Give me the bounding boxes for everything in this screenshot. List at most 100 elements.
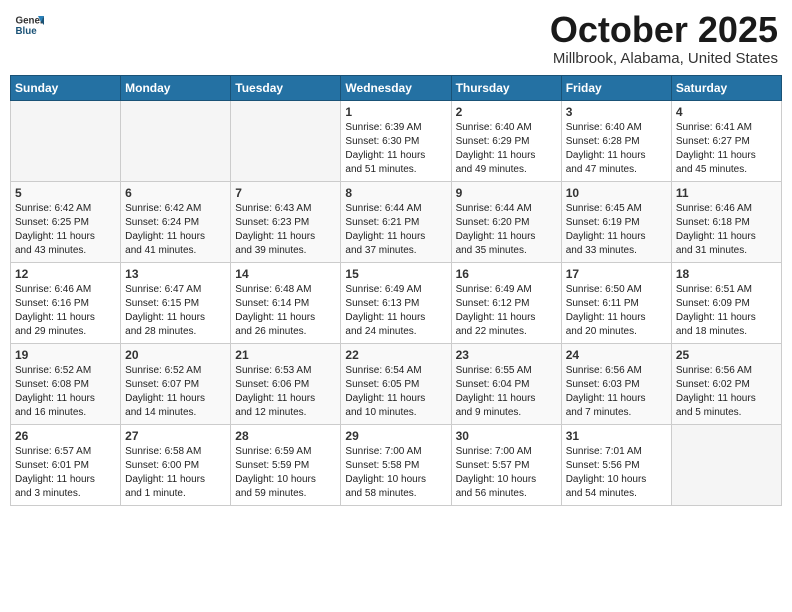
table-row: 27 Sunrise: 6:58 AM Sunset: 6:00 PM Dayli… bbox=[121, 424, 231, 505]
day-info: Sunrise: 7:01 AM Sunset: 5:56 PM Dayligh… bbox=[566, 445, 667, 501]
day-number: 24 bbox=[566, 348, 667, 362]
day-number: 12 bbox=[15, 267, 116, 281]
day-number: 23 bbox=[456, 348, 557, 362]
day-info: Sunrise: 6:42 AM Sunset: 6:24 PM Dayligh… bbox=[125, 202, 226, 258]
table-row: 25Sunrise: 6:56 AM Sunset: 6:02 PM Dayli… bbox=[671, 343, 781, 424]
table-row: 11 Sunrise: 6:46 AM Sunset: 6:18 PM Dayli… bbox=[671, 181, 781, 262]
table-row: 1 Sunrise: 6:39 AM Sunset: 6:30 PM Daylig… bbox=[341, 100, 451, 181]
table-row: 21 Sunrise: 6:53 AM Sunset: 6:06 PM Dayli… bbox=[231, 343, 341, 424]
day-info: Sunrise: 6:40 AM Sunset: 6:29 PM Dayligh… bbox=[456, 121, 557, 177]
day-number: 28 bbox=[235, 429, 336, 443]
table-row: 20 Sunrise: 6:52 AM Sunset: 6:07 PM Dayli… bbox=[121, 343, 231, 424]
day-info: Sunrise: 6:49 AM Sunset: 6:12 PM Dayligh… bbox=[456, 283, 557, 339]
table-row: 30 Sunrise: 7:00 AM Sunset: 5:57 PM Dayli… bbox=[451, 424, 561, 505]
table-row: 6 Sunrise: 6:42 AM Sunset: 6:24 PM Daylig… bbox=[121, 181, 231, 262]
table-row: 29Sunrise: 7:00 AM Sunset: 5:58 PM Dayli… bbox=[341, 424, 451, 505]
day-info: Sunrise: 6:43 AM Sunset: 6:23 PM Dayligh… bbox=[235, 202, 336, 258]
day-number: 30 bbox=[456, 429, 557, 443]
header-wednesday: Wednesday bbox=[341, 75, 451, 100]
table-row: 24 Sunrise: 6:56 AM Sunset: 6:03 PM Dayli… bbox=[561, 343, 671, 424]
day-info: Sunrise: 6:57 AM Sunset: 6:01 PM Dayligh… bbox=[15, 445, 116, 501]
day-info: Sunrise: 6:52 AM Sunset: 6:07 PM Dayligh… bbox=[125, 364, 226, 420]
day-number: 26 bbox=[15, 429, 116, 443]
day-info: Sunrise: 6:44 AM Sunset: 6:20 PM Dayligh… bbox=[456, 202, 557, 258]
calendar-week-row: 1 Sunrise: 6:39 AM Sunset: 6:30 PM Daylig… bbox=[11, 100, 782, 181]
header-saturday: Saturday bbox=[671, 75, 781, 100]
day-number: 29 bbox=[345, 429, 446, 443]
table-row: 7 Sunrise: 6:43 AM Sunset: 6:23 PM Daylig… bbox=[231, 181, 341, 262]
table-row: 18Sunrise: 6:51 AM Sunset: 6:09 PM Dayli… bbox=[671, 262, 781, 343]
calendar-week-row: 19 Sunrise: 6:52 AM Sunset: 6:08 PM Dayli… bbox=[11, 343, 782, 424]
logo-icon: General Blue bbox=[14, 10, 44, 40]
day-number: 8 bbox=[345, 186, 446, 200]
table-row bbox=[11, 100, 121, 181]
day-number: 18 bbox=[676, 267, 777, 281]
table-row: 19 Sunrise: 6:52 AM Sunset: 6:08 PM Dayli… bbox=[11, 343, 121, 424]
day-number: 27 bbox=[125, 429, 226, 443]
day-info: Sunrise: 6:46 AM Sunset: 6:16 PM Dayligh… bbox=[15, 283, 116, 339]
table-row: 28 Sunrise: 6:59 AM Sunset: 5:59 PM Dayli… bbox=[231, 424, 341, 505]
day-number: 1 bbox=[345, 105, 446, 119]
day-info: Sunrise: 6:41 AM Sunset: 6:27 PM Dayligh… bbox=[676, 121, 777, 177]
calendar-header-row: Sunday Monday Tuesday Wednesday Thursday… bbox=[11, 75, 782, 100]
day-info: Sunrise: 6:49 AM Sunset: 6:13 PM Dayligh… bbox=[345, 283, 446, 339]
day-info: Sunrise: 6:55 AM Sunset: 6:04 PM Dayligh… bbox=[456, 364, 557, 420]
day-number: 19 bbox=[15, 348, 116, 362]
table-row bbox=[231, 100, 341, 181]
day-info: Sunrise: 6:54 AM Sunset: 6:05 PM Dayligh… bbox=[345, 364, 446, 420]
day-info: Sunrise: 6:47 AM Sunset: 6:15 PM Dayligh… bbox=[125, 283, 226, 339]
table-row: 16Sunrise: 6:49 AM Sunset: 6:12 PM Dayli… bbox=[451, 262, 561, 343]
day-info: Sunrise: 6:39 AM Sunset: 6:30 PM Dayligh… bbox=[345, 121, 446, 177]
day-info: Sunrise: 6:53 AM Sunset: 6:06 PM Dayligh… bbox=[235, 364, 336, 420]
day-number: 22 bbox=[345, 348, 446, 362]
table-row: 4Sunrise: 6:41 AM Sunset: 6:27 PM Daylig… bbox=[671, 100, 781, 181]
location-title: Millbrook, Alabama, United States bbox=[550, 50, 778, 67]
svg-text:Blue: Blue bbox=[16, 26, 38, 37]
header: General Blue October 2025 Millbrook, Ala… bbox=[10, 10, 782, 67]
day-number: 11 bbox=[676, 186, 777, 200]
day-info: Sunrise: 6:46 AM Sunset: 6:18 PM Dayligh… bbox=[676, 202, 777, 258]
day-number: 20 bbox=[125, 348, 226, 362]
calendar-week-row: 12 Sunrise: 6:46 AM Sunset: 6:16 PM Dayli… bbox=[11, 262, 782, 343]
day-number: 2 bbox=[456, 105, 557, 119]
table-row: 13 Sunrise: 6:47 AM Sunset: 6:15 PM Dayli… bbox=[121, 262, 231, 343]
day-number: 17 bbox=[566, 267, 667, 281]
table-row: 14Sunrise: 6:48 AM Sunset: 6:14 PM Dayli… bbox=[231, 262, 341, 343]
table-row: 5Sunrise: 6:42 AM Sunset: 6:25 PM Daylig… bbox=[11, 181, 121, 262]
month-title: October 2025 bbox=[550, 10, 778, 50]
day-info: Sunrise: 6:40 AM Sunset: 6:28 PM Dayligh… bbox=[566, 121, 667, 177]
day-number: 15 bbox=[345, 267, 446, 281]
day-number: 13 bbox=[125, 267, 226, 281]
table-row: 9 Sunrise: 6:44 AM Sunset: 6:20 PM Daylig… bbox=[451, 181, 561, 262]
calendar-week-row: 5Sunrise: 6:42 AM Sunset: 6:25 PM Daylig… bbox=[11, 181, 782, 262]
header-friday: Friday bbox=[561, 75, 671, 100]
day-number: 3 bbox=[566, 105, 667, 119]
day-info: Sunrise: 7:00 AM Sunset: 5:57 PM Dayligh… bbox=[456, 445, 557, 501]
day-info: Sunrise: 6:50 AM Sunset: 6:11 PM Dayligh… bbox=[566, 283, 667, 339]
table-row bbox=[671, 424, 781, 505]
title-area: October 2025 Millbrook, Alabama, United … bbox=[550, 10, 778, 67]
table-row: 2 Sunrise: 6:40 AM Sunset: 6:29 PM Daylig… bbox=[451, 100, 561, 181]
table-row: 31 Sunrise: 7:01 AM Sunset: 5:56 PM Dayli… bbox=[561, 424, 671, 505]
table-row: 15 Sunrise: 6:49 AM Sunset: 6:13 PM Dayli… bbox=[341, 262, 451, 343]
day-info: Sunrise: 6:56 AM Sunset: 6:02 PM Dayligh… bbox=[676, 364, 777, 420]
day-info: Sunrise: 6:48 AM Sunset: 6:14 PM Dayligh… bbox=[235, 283, 336, 339]
day-number: 31 bbox=[566, 429, 667, 443]
header-sunday: Sunday bbox=[11, 75, 121, 100]
day-number: 9 bbox=[456, 186, 557, 200]
table-row: 10Sunrise: 6:45 AM Sunset: 6:19 PM Dayli… bbox=[561, 181, 671, 262]
day-number: 21 bbox=[235, 348, 336, 362]
table-row: 22 Sunrise: 6:54 AM Sunset: 6:05 PM Dayli… bbox=[341, 343, 451, 424]
header-thursday: Thursday bbox=[451, 75, 561, 100]
day-number: 6 bbox=[125, 186, 226, 200]
header-tuesday: Tuesday bbox=[231, 75, 341, 100]
day-info: Sunrise: 6:44 AM Sunset: 6:21 PM Dayligh… bbox=[345, 202, 446, 258]
day-number: 5 bbox=[15, 186, 116, 200]
day-info: Sunrise: 6:59 AM Sunset: 5:59 PM Dayligh… bbox=[235, 445, 336, 501]
table-row bbox=[121, 100, 231, 181]
day-info: Sunrise: 6:52 AM Sunset: 6:08 PM Dayligh… bbox=[15, 364, 116, 420]
day-info: Sunrise: 6:56 AM Sunset: 6:03 PM Dayligh… bbox=[566, 364, 667, 420]
day-info: Sunrise: 6:58 AM Sunset: 6:00 PM Dayligh… bbox=[125, 445, 226, 501]
day-number: 7 bbox=[235, 186, 336, 200]
day-number: 10 bbox=[566, 186, 667, 200]
